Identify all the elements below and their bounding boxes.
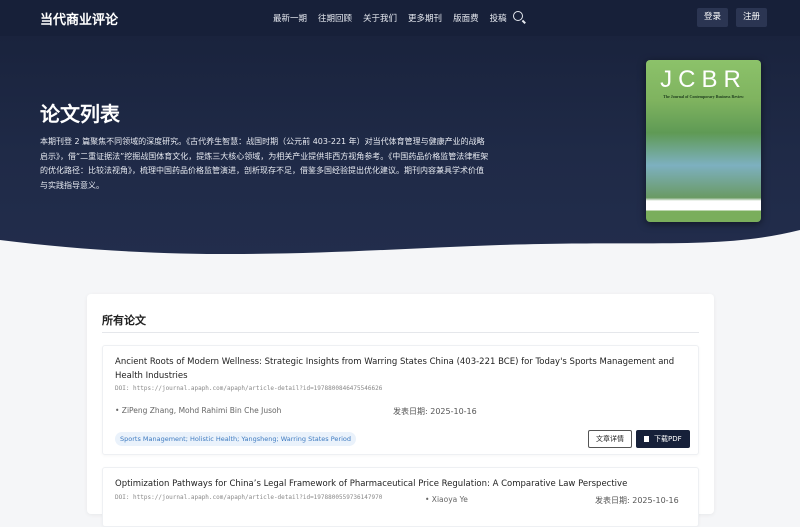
top-nav: 当代商业评论 最新一期 往期回顾 关于我们 更多期刊 版面费 投稿 登录 注册 <box>0 0 800 36</box>
issue-description: 本期刊登 2 篇聚焦不同领域的深度研究。《古代养生智慧：战国时期（公元前 403… <box>40 137 489 190</box>
search-icon[interactable] <box>513 11 523 21</box>
main-menu: 最新一期 往期回顾 关于我们 更多期刊 版面费 投稿 <box>273 12 507 24</box>
menu-submit[interactable]: 投稿 <box>490 12 507 24</box>
divider <box>102 332 699 333</box>
page-title: 论文列表 <box>40 102 120 126</box>
article-doi[interactable]: DOI: https://journal.apaph.com/apaph/art… <box>115 494 382 501</box>
publish-date: 发表日期: 2025-10-16 <box>595 496 679 505</box>
menu-about[interactable]: 关于我们 <box>363 12 397 24</box>
menu-more-journals[interactable]: 更多期刊 <box>408 12 442 24</box>
download-pdf-button[interactable]: 下载PDF <box>636 430 690 448</box>
cover-logo: JCBR <box>660 66 747 93</box>
article-card: Ancient Roots of Modern Wellness: Strate… <box>102 345 699 455</box>
cover-subtitle: The Journal of Contemporary Business Rev… <box>663 94 744 99</box>
article-authors: • ZiPeng Zhang, Mohd Rahimi Bin Che Juso… <box>115 406 282 415</box>
article-title[interactable]: Optimization Pathways for China’s Legal … <box>115 478 685 492</box>
article-card: Optimization Pathways for China’s Legal … <box>102 467 699 527</box>
site-logo[interactable]: 当代商业评论 <box>40 9 118 28</box>
menu-latest-issue[interactable]: 最新一期 <box>273 12 307 24</box>
hero-banner: 当代商业评论 最新一期 往期回顾 关于我们 更多期刊 版面费 投稿 登录 注册 … <box>0 0 800 260</box>
wave-divider <box>0 230 800 260</box>
file-icon <box>644 436 649 442</box>
login-button[interactable]: 登录 <box>697 8 729 27</box>
journal-cover: JCBR The Journal of Contemporary Busines… <box>646 60 761 222</box>
section-heading: 所有论文 <box>102 314 146 327</box>
download-pdf-label: 下载PDF <box>654 435 682 443</box>
menu-fees[interactable]: 版面费 <box>453 12 479 24</box>
article-title[interactable]: Ancient Roots of Modern Wellness: Strate… <box>115 356 685 383</box>
article-detail-button[interactable]: 文章详情 <box>588 430 632 448</box>
menu-past-issues[interactable]: 往期回顾 <box>318 12 352 24</box>
keyword-tags: Sports Management; Holistic Health; Yang… <box>115 432 357 446</box>
papers-panel: 所有论文 Ancient Roots of Modern Wellness: S… <box>87 294 714 527</box>
publish-date: 发表日期: 2025-10-16 <box>393 407 477 416</box>
article-doi[interactable]: DOI: https://journal.apaph.com/apaph/art… <box>115 385 382 392</box>
register-button[interactable]: 注册 <box>736 8 768 27</box>
